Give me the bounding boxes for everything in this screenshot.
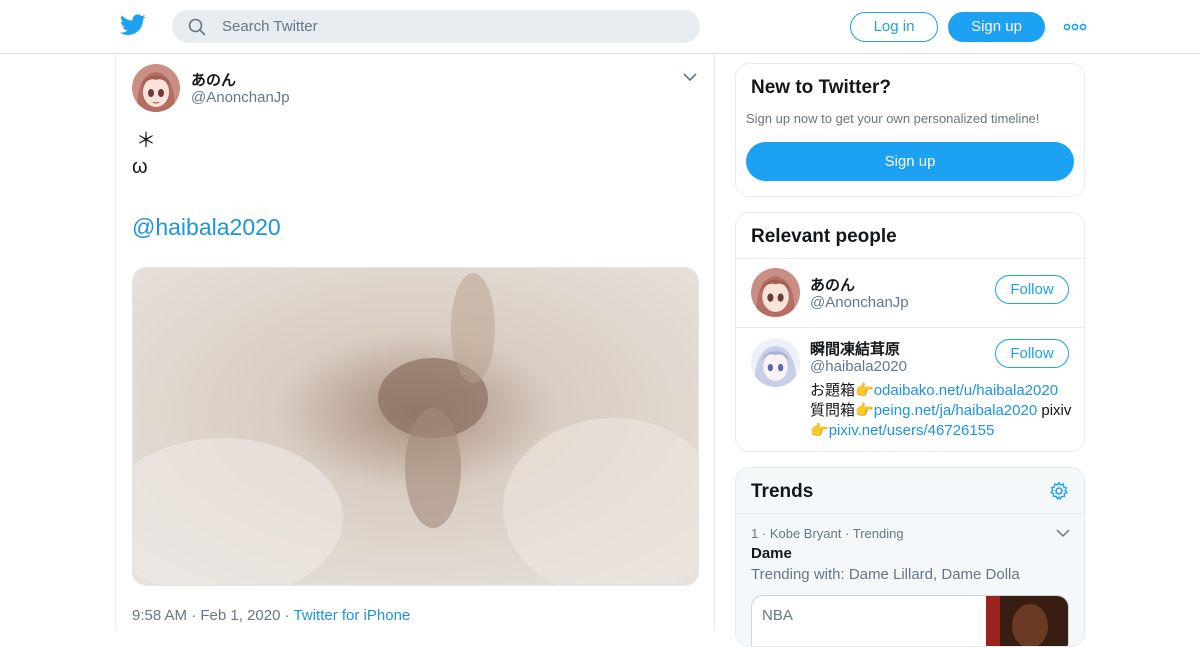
trend-card-thumbnail <box>986 596 1068 646</box>
trend-rank: 1 <box>751 526 759 541</box>
bio-text: pixiv <box>1041 402 1072 419</box>
trend-card-preview[interactable]: NBA <box>751 595 1069 646</box>
person-name[interactable]: あのん <box>810 274 855 295</box>
trend-related: Trending with: Dame Lillard, Dame Dolla <box>751 566 1020 583</box>
tweet-source-link[interactable]: Twitter for iPhone <box>294 607 411 624</box>
follow-button[interactable]: Follow <box>995 339 1069 368</box>
bio-link[interactable]: odaibako.net/u/haibala2020 <box>874 382 1058 399</box>
bio-text: 質問箱 <box>810 402 856 419</box>
trend-status: Trending <box>852 526 904 541</box>
signup-button[interactable]: Sign up <box>948 12 1045 42</box>
relevant-people-card: Relevant people あのん @AnonchanJp Follow 瞬… <box>735 212 1085 452</box>
person-name[interactable]: 瞬間凍結茸原 <box>810 338 900 359</box>
author-avatar[interactable] <box>132 64 180 112</box>
tweet-timestamp: 9:58 AM · Feb 1, 2020 · Twitter for iPho… <box>132 607 410 624</box>
meta-separator: · <box>761 526 767 541</box>
pointing-hand-emoji-icon: 👉 <box>810 422 829 439</box>
bio-text: お題箱 <box>810 382 856 399</box>
gear-icon[interactable] <box>1049 481 1069 501</box>
tweet-mention-link[interactable]: @haibala2020 <box>132 214 281 241</box>
card-subtitle: Sign up now to get your own personalized… <box>746 111 1040 126</box>
card-title: New to Twitter? <box>751 77 892 98</box>
card-title: Relevant people <box>751 226 897 247</box>
pointing-hand-emoji-icon: 👉 <box>855 382 874 399</box>
meta-separator: · <box>284 607 290 624</box>
person-bio: お題箱👉odaibako.net/u/haibala2020 質問箱👉peing… <box>810 381 1080 441</box>
trends-card: Trends 1 · Kobe Bryant · Trending Dame T… <box>735 467 1085 647</box>
divider <box>736 513 1084 514</box>
new-to-twitter-card: New to Twitter? Sign up now to get your … <box>735 63 1085 197</box>
meta-separator: · <box>191 607 197 624</box>
search-icon <box>188 18 206 36</box>
author-name[interactable]: あのん <box>191 69 236 90</box>
more-dots-icon[interactable] <box>1062 18 1088 36</box>
person-handle[interactable]: @haibala2020 <box>810 358 907 375</box>
tweet-text-line: ＊ <box>136 130 156 152</box>
meta-separator: · <box>845 526 850 541</box>
person-avatar[interactable] <box>751 268 800 317</box>
tweet-date[interactable]: Feb 1, 2020 <box>200 607 280 624</box>
trend-metadata: 1 · Kobe Bryant · Trending <box>751 526 904 541</box>
tweet-time[interactable]: 9:58 AM <box>132 607 187 624</box>
card-title: Trends <box>751 481 814 502</box>
login-button[interactable]: Log in <box>850 12 938 42</box>
search-bar[interactable] <box>172 10 700 43</box>
search-input[interactable] <box>222 10 682 43</box>
twitter-bird-logo-icon[interactable] <box>120 13 146 37</box>
tweet-text-line: ω <box>132 156 148 178</box>
divider <box>736 327 1084 328</box>
follow-button[interactable]: Follow <box>995 275 1069 304</box>
person-handle[interactable]: @AnonchanJp <box>810 294 909 311</box>
chevron-down-icon[interactable] <box>1056 528 1070 538</box>
author-handle[interactable]: @AnonchanJp <box>191 89 290 106</box>
sidebar-signup-button[interactable]: Sign up <box>746 142 1074 181</box>
pointing-hand-emoji-icon: 👉 <box>855 402 874 419</box>
trend-card-label: NBA <box>762 607 793 624</box>
trend-category: Kobe Bryant <box>769 526 842 541</box>
top-navigation-bar: Log in Sign up <box>0 0 1200 54</box>
bio-link[interactable]: peing.net/ja/haibala2020 <box>874 402 1037 419</box>
tweet-photo[interactable] <box>132 267 699 586</box>
bio-link[interactable]: pixiv.net/users/46726155 <box>829 422 995 439</box>
person-avatar[interactable] <box>751 338 800 387</box>
divider <box>736 258 1084 259</box>
tweet-detail: あのん @AnonchanJp ＊ ω @haibala2020 9:58 AM… <box>115 54 715 630</box>
chevron-down-icon[interactable] <box>682 70 698 84</box>
trend-name[interactable]: Dame <box>751 545 792 562</box>
